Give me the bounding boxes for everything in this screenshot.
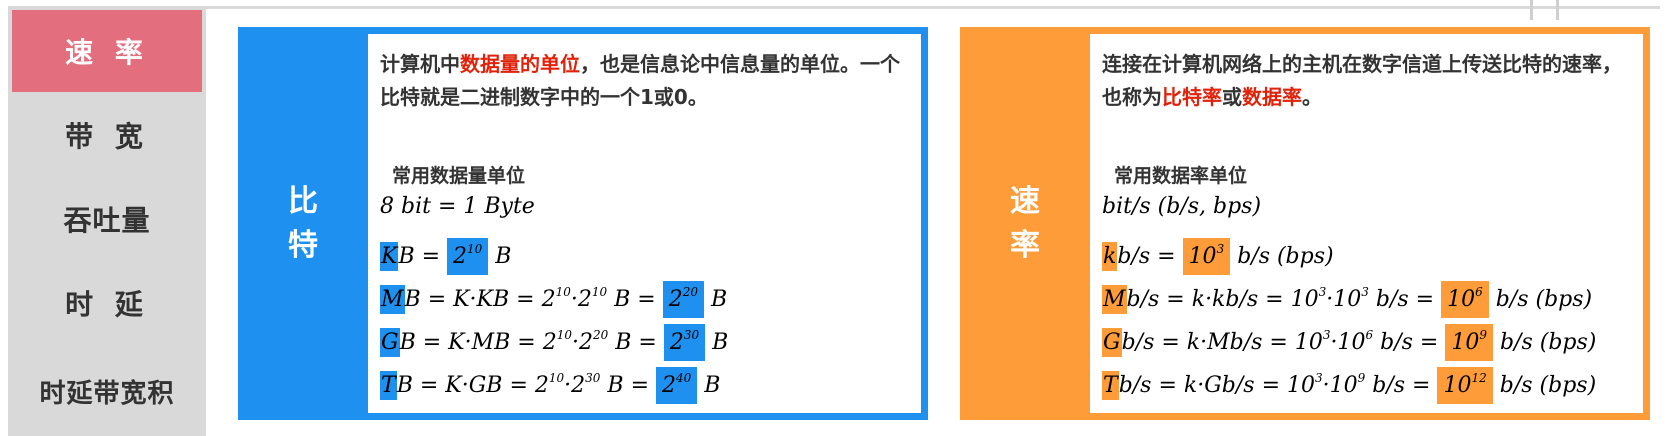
formula-tb: TB = K·GB = 210·230 B = 240 B [380,363,720,404]
window-handle [1530,0,1533,20]
bit-definition: 计算机中数据量的单位，也是信息论中信息量的单位。一个比特就是二进制数字中的一个1… [380,52,900,109]
data-unit-subheading: 常用数据量单位 [392,165,526,187]
sidebar-item-rate[interactable]: 速 率 [12,10,202,92]
formula-bps: bit/s (b/s, bps) [1102,194,1262,219]
rate-unit-subheading: 常用数据率单位 [1114,165,1248,187]
sidebar-item-throughput[interactable]: 吞吐量 [12,178,202,260]
sidebar-item-delay[interactable]: 时 延 [12,262,202,344]
bit-card-side-label: 比特 [288,183,318,263]
formula-mb: MB = K·KB = 210·210 B = 220 B [380,277,727,318]
formula-kb: KB = 210 B [380,234,511,275]
formula-gbps: Gb/s = k·Mb/s = 103·106 b/s = 109 b/s (b… [1102,320,1596,361]
bit-card-body: 计算机中数据量的单位，也是信息论中信息量的单位。一个比特就是二进制数字中的一个1… [368,34,921,413]
sidebar-nav: 速 率 带 宽 吞吐量 时 延 时延带宽积 [8,6,206,436]
sidebar-item-delay-bandwidth-product[interactable]: 时延带宽积 [12,350,202,432]
rate-card-body: 连接在计算机网络上的主机在数字信道上传送比特的速率，也称为比特率或数据率。 常用… [1090,34,1643,413]
rate-definition: 连接在计算机网络上的主机在数字信道上传送比特的速率，也称为比特率或数据率。 [1102,52,1622,109]
formula-kbps: kb/s = 103 b/s (bps) [1102,234,1334,275]
rate-card-side-label: 速率 [1010,183,1040,263]
formula-mbps: Mb/s = k·kb/s = 103·103 b/s = 106 b/s (b… [1102,277,1592,318]
bit-card: 比特 计算机中数据量的单位，也是信息论中信息量的单位。一个比特就是二进制数字中的… [238,27,928,420]
formula-tbps: Tb/s = k·Gb/s = 103·109 b/s = 1012 b/s (… [1102,363,1596,404]
top-divider [205,6,1660,9]
window-handle [1556,0,1559,20]
formula-gb: GB = K·MB = 210·220 B = 230 B [380,320,728,361]
sidebar-item-bandwidth[interactable]: 带 宽 [12,94,202,176]
rate-card: 速率 连接在计算机网络上的主机在数字信道上传送比特的速率，也称为比特率或数据率。… [960,27,1650,420]
formula-bit-byte: 8 bit = 1 Byte [380,194,535,219]
